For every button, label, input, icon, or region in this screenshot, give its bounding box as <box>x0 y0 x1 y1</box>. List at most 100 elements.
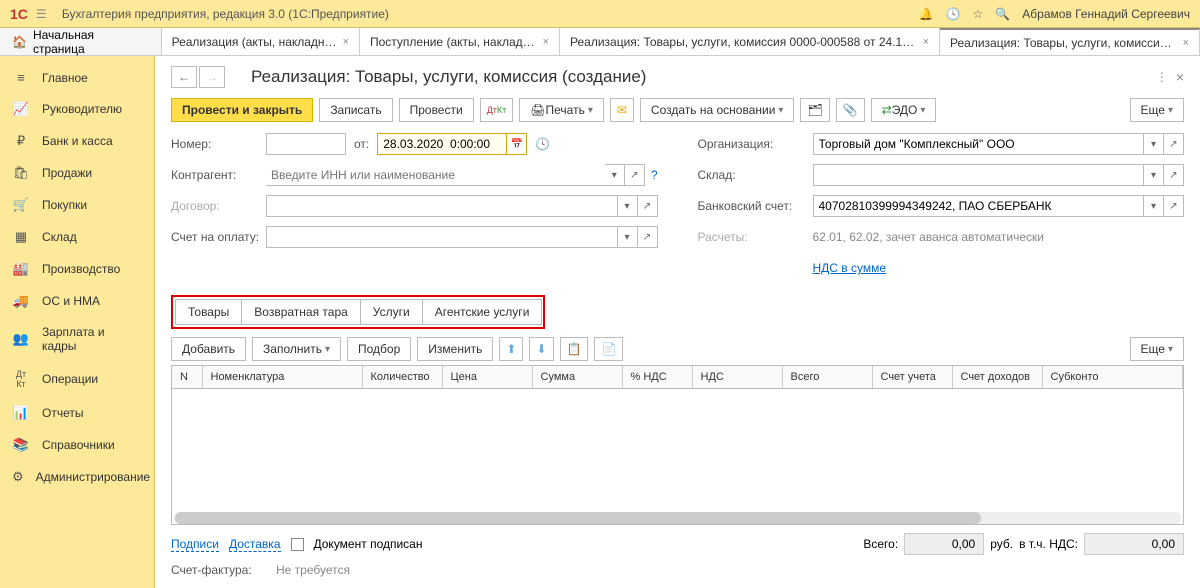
dropdown-icon[interactable]: ▾ <box>1144 164 1164 186</box>
rub-label: руб. <box>990 537 1013 551</box>
col-nomenclature[interactable]: Номенклатура <box>202 366 362 389</box>
sidebar-item-main[interactable]: ≡Главное <box>0 62 154 93</box>
doc-tab-returnable[interactable]: Возвратная тара <box>241 299 361 325</box>
submit-button[interactable]: Провести и закрыть <box>171 98 313 122</box>
col-income[interactable]: Счет доходов <box>952 366 1042 389</box>
factory-icon: 🏭 <box>12 261 30 277</box>
open-icon[interactable]: ↗ <box>638 195 658 217</box>
move-up-button[interactable]: ⬆ <box>499 337 523 361</box>
sidebar-item-purchases[interactable]: 🛒Покупки <box>0 189 154 221</box>
counterparty-input[interactable] <box>266 164 605 186</box>
invoice-input[interactable] <box>266 226 618 248</box>
col-total[interactable]: Всего <box>782 366 872 389</box>
sidebar-item-payroll[interactable]: 👥Зарплата и кадры <box>0 317 154 361</box>
close-icon[interactable]: × <box>1176 69 1184 85</box>
close-icon[interactable]: × <box>1183 37 1189 49</box>
change-button[interactable]: Изменить <box>417 337 493 361</box>
open-icon[interactable]: ↗ <box>1164 133 1184 155</box>
col-qty[interactable]: Количество <box>362 366 442 389</box>
related-button[interactable]: 🗂 <box>800 98 829 122</box>
org-input[interactable] <box>813 133 1145 155</box>
edo-button[interactable]: ⇄ ЭДО <box>871 98 937 122</box>
hscrollbar[interactable] <box>174 512 1181 524</box>
search-icon[interactable]: 🔍 <box>995 7 1010 21</box>
open-icon[interactable]: ↗ <box>1164 164 1184 186</box>
dropdown-icon[interactable]: ▾ <box>1144 133 1164 155</box>
open-icon[interactable]: ↗ <box>1164 195 1184 217</box>
contract-input <box>266 195 618 217</box>
paste-button[interactable]: 📄 <box>594 337 623 361</box>
date-input[interactable] <box>377 133 507 155</box>
col-account[interactable]: Счет учета <box>872 366 952 389</box>
warehouse-input[interactable] <box>813 164 1145 186</box>
sidebar-item-assets[interactable]: 🚚ОС и НМА <box>0 285 154 317</box>
col-price[interactable]: Цена <box>442 366 532 389</box>
dtct-button[interactable]: ДтКт <box>480 98 514 122</box>
star-icon[interactable]: ☆ <box>973 7 984 21</box>
dropdown-icon[interactable]: ▾ <box>618 195 638 217</box>
sidebar-item-admin[interactable]: ⚙Администрирование <box>0 461 154 493</box>
nav-back-button[interactable]: ← <box>171 66 197 88</box>
sidebar-item-reports[interactable]: 📊Отчеты <box>0 397 154 429</box>
col-sum[interactable]: Сумма <box>532 366 622 389</box>
sidebar-item-bank[interactable]: ₽Банк и касса <box>0 125 154 157</box>
copy-button[interactable]: 📋 <box>560 337 589 361</box>
doc-tab-goods[interactable]: Товары <box>175 299 242 325</box>
move-down-button[interactable]: ⬇ <box>529 337 553 361</box>
close-icon[interactable]: × <box>543 36 549 48</box>
history-icon[interactable]: 🕓 <box>946 7 961 21</box>
print-button[interactable]: 🖨 Печать <box>519 98 604 122</box>
attach-button[interactable]: 📎 <box>836 98 865 122</box>
dropdown-icon[interactable]: ▾ <box>618 226 638 248</box>
contract-label: Договор: <box>171 199 266 213</box>
col-subconto[interactable]: Субконто <box>1042 366 1183 389</box>
help-icon[interactable]: ? <box>651 168 658 182</box>
nds-link[interactable]: НДС в сумме <box>813 261 887 275</box>
fill-button[interactable]: Заполнить <box>252 337 341 361</box>
doc-tab-agent[interactable]: Агентские услуги <box>422 299 543 325</box>
sidebar-item-production[interactable]: 🏭Производство <box>0 253 154 285</box>
bell-icon[interactable]: 🔔 <box>919 7 934 21</box>
sidebar-item-sales[interactable]: 🛍Продажи <box>0 157 154 189</box>
dropdown-icon[interactable]: ▾ <box>605 164 625 186</box>
delivery-link[interactable]: Доставка <box>229 537 281 552</box>
post-button[interactable]: Провести <box>399 98 474 122</box>
sidebar-item-operations[interactable]: ДтКтОперации <box>0 361 154 397</box>
table-more-button[interactable]: Еще <box>1130 337 1184 361</box>
user-name[interactable]: Абрамов Геннадий Сергеевич <box>1022 7 1190 21</box>
sidebar-item-warehouse[interactable]: ▦Склад <box>0 221 154 253</box>
table[interactable]: N Номенклатура Количество Цена Сумма % Н… <box>171 365 1184 525</box>
col-n[interactable]: N <box>172 366 202 389</box>
kebab-icon[interactable]: ⋮ <box>1156 70 1168 84</box>
menu-icon[interactable]: ☰ <box>36 7 52 21</box>
col-nds[interactable]: НДС <box>692 366 782 389</box>
add-button[interactable]: Добавить <box>171 337 246 361</box>
tab-0[interactable]: Реализация (акты, накладн…× <box>162 28 360 55</box>
open-icon[interactable]: ↗ <box>638 226 658 248</box>
select-button[interactable]: Подбор <box>347 337 411 361</box>
number-input[interactable] <box>266 133 346 155</box>
tab-3[interactable]: Реализация: Товары, услуги, комиссия (со… <box>940 28 1200 55</box>
home-tab[interactable]: 🏠 Начальная страница <box>0 28 162 55</box>
dropdown-icon[interactable]: ▾ <box>1144 195 1164 217</box>
create-based-button[interactable]: Создать на основании <box>640 98 795 122</box>
bank-input[interactable] <box>813 195 1145 217</box>
sidebar-item-manager[interactable]: 📈Руководителю <box>0 93 154 125</box>
home-tab-label: Начальная страница <box>33 28 149 56</box>
sidebar-item-directories[interactable]: 📚Справочники <box>0 429 154 461</box>
calendar-icon[interactable]: 📅 <box>507 133 527 155</box>
mail-button[interactable]: ✉ <box>610 98 634 122</box>
open-icon[interactable]: ↗ <box>625 164 645 186</box>
doc-signed-checkbox[interactable] <box>291 538 304 551</box>
more-button[interactable]: Еще <box>1130 98 1184 122</box>
nav-forward-button[interactable]: → <box>199 66 225 88</box>
tab-1[interactable]: Поступление (акты, накладн…× <box>360 28 560 55</box>
close-icon[interactable]: × <box>343 36 349 48</box>
tab-2[interactable]: Реализация: Товары, услуги, комиссия 000… <box>560 28 940 55</box>
close-icon[interactable]: × <box>923 36 929 48</box>
doc-tab-services[interactable]: Услуги <box>360 299 423 325</box>
save-button[interactable]: Записать <box>319 98 392 122</box>
sign-link[interactable]: Подписи <box>171 537 219 552</box>
col-nds-pct[interactable]: % НДС <box>622 366 692 389</box>
time-icon[interactable]: 🕓 <box>535 137 550 151</box>
